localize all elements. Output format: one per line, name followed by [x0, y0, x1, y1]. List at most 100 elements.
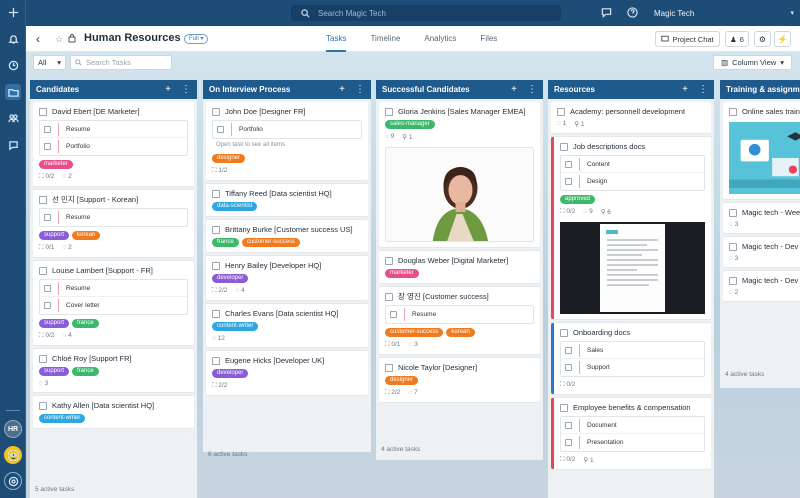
add-icon[interactable] — [5, 4, 21, 20]
task-checkbox[interactable] — [729, 208, 737, 217]
subtask-checkbox[interactable] — [565, 178, 572, 185]
task-checkbox[interactable] — [39, 401, 47, 410]
subtask-item[interactable]: Content — [561, 156, 704, 173]
workspace-switcher[interactable]: Magic Tech ▾ — [654, 5, 794, 21]
task-checkbox[interactable] — [729, 276, 737, 285]
mascot-avatar[interactable] — [4, 446, 22, 464]
task-checkbox[interactable] — [560, 328, 568, 337]
subtask-checkbox[interactable] — [565, 439, 572, 446]
task-card[interactable]: Douglas Weber [Digital Marketer] markete… — [379, 251, 540, 283]
candidate-photo[interactable] — [385, 147, 534, 242]
access-badge[interactable]: Full ▾ — [184, 34, 209, 44]
more-icon[interactable]: ⋮ — [181, 84, 191, 95]
open-task-hint[interactable]: Open task to see all items — [212, 139, 362, 150]
subtask-checkbox[interactable] — [217, 126, 224, 133]
subtask-item[interactable]: Resume — [40, 280, 187, 297]
task-checkbox[interactable] — [212, 356, 220, 365]
task-checkbox[interactable] — [39, 107, 47, 116]
task-checkbox[interactable] — [729, 107, 737, 116]
add-task-icon[interactable]: + — [682, 84, 688, 95]
more-icon[interactable]: ⋮ — [355, 84, 365, 95]
subtask-checkbox[interactable] — [565, 160, 572, 168]
automation-icon[interactable]: ⚡ — [774, 31, 791, 47]
task-checkbox[interactable] — [729, 242, 737, 251]
column-view-button[interactable]: ▥ Column View ▾ — [713, 55, 792, 70]
task-card[interactable]: David Ebert [DE Marketer] Resume Portfol… — [33, 102, 194, 186]
task-card[interactable]: Eugene Hicks [Developer UK] developer ⛶ … — [206, 351, 368, 395]
subtask-checkbox[interactable] — [565, 421, 572, 429]
subtask-item[interactable]: Support — [561, 359, 704, 376]
subtask-item[interactable]: Resume — [40, 121, 187, 138]
settings-gear-icon[interactable]: ⚙ — [754, 31, 771, 47]
task-card[interactable]: Employee benefits & compensation Documen… — [551, 398, 711, 469]
project-chat-button[interactable]: Project Chat — [655, 31, 720, 47]
task-card[interactable]: Brittany Burke [Customer success US] fra… — [206, 220, 368, 252]
team-icon[interactable] — [5, 110, 21, 126]
task-checkbox[interactable] — [212, 225, 220, 234]
subtask-checkbox[interactable] — [44, 214, 51, 221]
subtask-item[interactable]: Resume — [40, 209, 187, 226]
task-card[interactable]: Kathy Allen [Data scientist HQ] content-… — [33, 396, 194, 428]
task-card[interactable]: Chloé Roy [Support FR] support france ◌ 3 — [33, 349, 194, 392]
subtask-checkbox[interactable] — [565, 364, 572, 371]
task-card[interactable]: Louise Lambert [Support - FR] Resume Cov… — [33, 261, 194, 345]
document-preview[interactable] — [560, 222, 705, 314]
task-card[interactable]: Magic tech - Weekly ◌ 3 — [723, 203, 800, 233]
task-checkbox[interactable] — [557, 107, 565, 116]
add-task-icon[interactable]: + — [165, 84, 171, 95]
task-card[interactable]: Henry Bailey [Developer HQ] developer ⛶ … — [206, 256, 368, 300]
task-card[interactable]: Onboarding docs Sales Support ⛶ 0/2 — [551, 323, 711, 394]
back-arrow-icon[interactable]: ‹ — [36, 33, 40, 45]
global-search[interactable]: Search Magic Tech — [291, 5, 561, 21]
task-card[interactable]: Job descriptions docs Content Design app… — [551, 137, 711, 319]
members-button[interactable]: ♟ 6 — [725, 31, 749, 47]
task-card[interactable]: Magic tech - Dev ◌ 2 — [723, 271, 800, 301]
avatar[interactable]: HR — [4, 420, 22, 438]
task-card[interactable]: John Doe [Designer FR] Portfolio Open ta… — [206, 102, 368, 180]
task-checkbox[interactable] — [385, 292, 393, 301]
task-checkbox[interactable] — [385, 363, 393, 372]
subtask-checkbox[interactable] — [44, 302, 51, 309]
tab-analytics[interactable]: Analytics — [424, 26, 456, 52]
task-card[interactable]: Magic tech - Dev ◌ 3 — [723, 237, 800, 267]
subtask-item[interactable]: Cover letter — [40, 297, 187, 314]
subtask-item[interactable]: Portfolio — [213, 121, 361, 138]
task-checkbox[interactable] — [385, 107, 393, 116]
star-icon[interactable]: ☆ — [55, 34, 63, 45]
subtask-item[interactable]: Document — [561, 417, 704, 434]
subtask-checkbox[interactable] — [44, 125, 51, 133]
tab-files[interactable]: Files — [480, 26, 497, 52]
task-checkbox[interactable] — [560, 142, 568, 151]
projects-icon[interactable] — [5, 84, 21, 100]
task-card[interactable]: Charles Evans [Data scientist HQ] conten… — [206, 304, 368, 347]
chat-icon[interactable] — [5, 137, 21, 153]
subtask-item[interactable]: Portfolio — [40, 138, 187, 155]
task-checkbox[interactable] — [212, 189, 220, 198]
help-circle-icon[interactable] — [627, 7, 639, 19]
subtask-checkbox[interactable] — [390, 311, 397, 318]
subtask-checkbox[interactable] — [565, 346, 572, 354]
more-icon[interactable]: ⋮ — [698, 84, 708, 95]
subtask-item[interactable]: Presentation — [561, 434, 704, 451]
task-card[interactable]: 선 민지 [Support - Korean] Resume support ko… — [33, 190, 194, 257]
task-checkbox[interactable] — [385, 256, 393, 265]
tab-timeline[interactable]: Timeline — [370, 26, 400, 52]
task-card[interactable]: Online sales training — [723, 102, 800, 199]
more-icon[interactable]: ⋮ — [527, 84, 537, 95]
subtask-checkbox[interactable] — [44, 284, 51, 292]
tab-tasks[interactable]: Tasks — [326, 26, 347, 52]
task-checkbox[interactable] — [560, 403, 568, 412]
add-task-icon[interactable]: + — [339, 84, 345, 95]
task-card[interactable]: Gloria Jenkins [Sales Manager EMEA] sale… — [379, 102, 540, 247]
bell-icon[interactable] — [5, 31, 21, 47]
add-task-icon[interactable]: + — [511, 84, 517, 95]
task-checkbox[interactable] — [39, 195, 47, 204]
task-card[interactable]: Nicole Taylor [Designer] designer ⛶ 2/2 ◌… — [379, 358, 540, 402]
subtask-item[interactable]: Sales — [561, 342, 704, 359]
task-checkbox[interactable] — [212, 107, 220, 116]
subtask-checkbox[interactable] — [44, 143, 51, 150]
messages-icon[interactable] — [601, 7, 613, 19]
task-checkbox[interactable] — [39, 266, 47, 275]
help-icon[interactable] — [4, 472, 22, 490]
task-checkbox[interactable] — [39, 354, 47, 363]
